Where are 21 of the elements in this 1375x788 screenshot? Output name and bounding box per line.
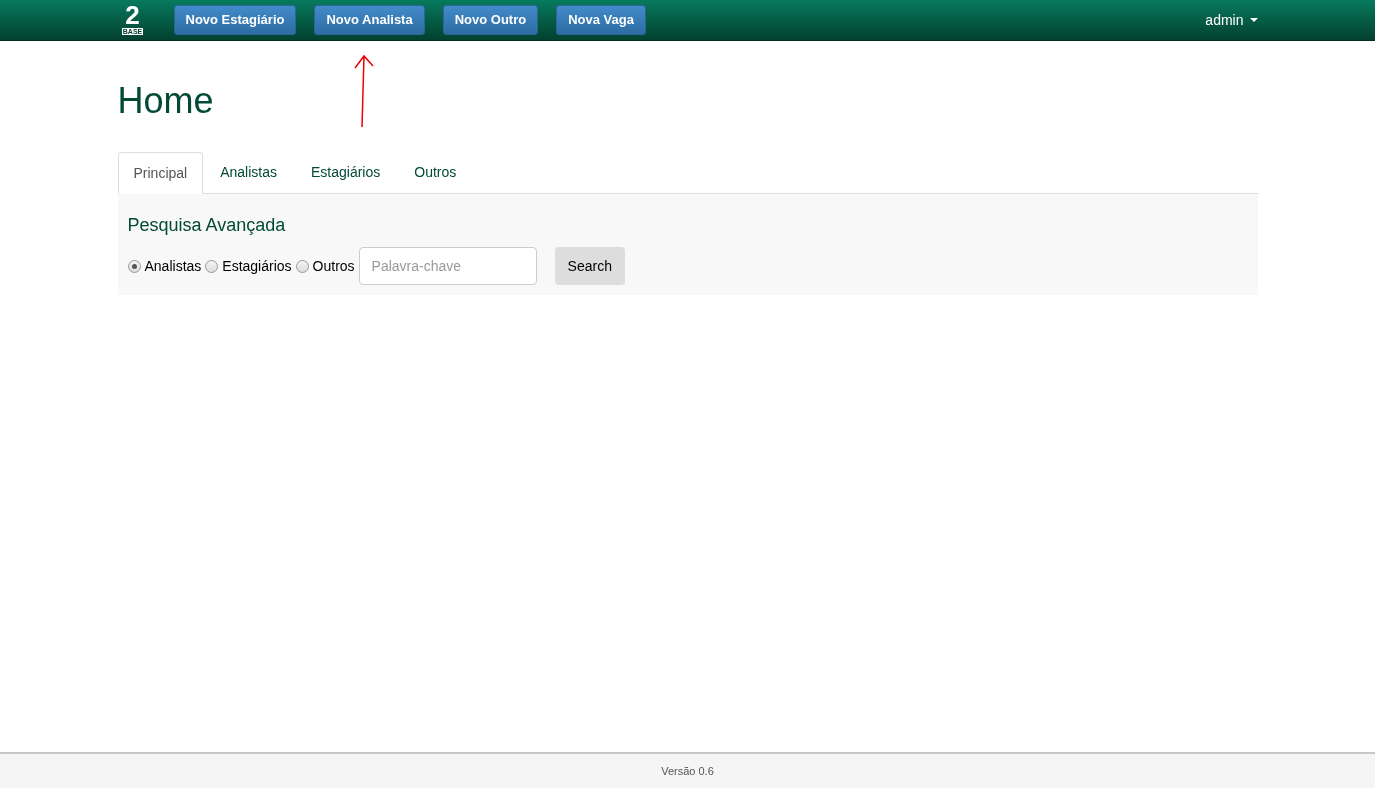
nav-button[interactable]: Novo Analista: [314, 5, 425, 35]
radio-button[interactable]: [127, 259, 141, 273]
version-text: Versão 0.6: [661, 763, 714, 779]
keyword-input[interactable]: Palavra-chave: [358, 247, 537, 285]
user-menu[interactable]: admin: [1205, 9, 1258, 31]
radio-button[interactable]: [205, 259, 219, 273]
search-title: Pesquisa Avançada: [127, 214, 287, 237]
nav-button[interactable]: Nova Vaga: [556, 5, 646, 35]
caret-icon: [1249, 18, 1258, 22]
page-title: Home: [117, 79, 214, 123]
search-button[interactable]: Search: [554, 247, 625, 285]
radio-option[interactable]: Analistas: [127, 255, 202, 277]
radio-option[interactable]: Outros: [295, 255, 355, 277]
nav-button[interactable]: Novo Estagiário: [173, 5, 297, 35]
tab[interactable]: Outros: [397, 152, 474, 193]
nav-button[interactable]: Novo Outro: [442, 5, 539, 35]
tab[interactable]: Analistas: [203, 152, 294, 193]
tab[interactable]: Estagiários: [294, 152, 398, 193]
radio-option[interactable]: Estagiários: [205, 255, 292, 277]
radio-button[interactable]: [295, 259, 309, 273]
tab[interactable]: Principal: [117, 152, 204, 194]
